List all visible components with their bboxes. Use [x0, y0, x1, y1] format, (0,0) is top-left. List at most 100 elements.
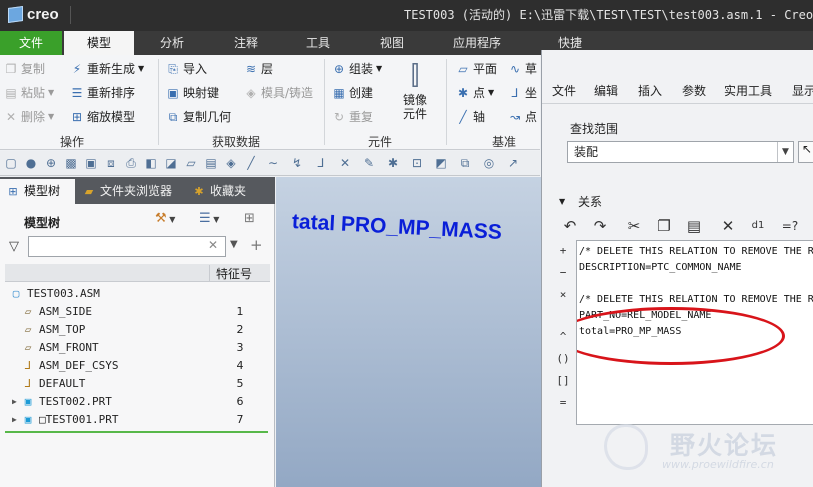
parentheses-button[interactable]: ()	[556, 352, 570, 365]
zoom-icon[interactable]: ⊕	[44, 156, 58, 170]
csys-button[interactable]: ⅃ 坐	[508, 83, 537, 103]
clear-icon[interactable]: ✕	[208, 238, 218, 252]
new-icon[interactable]: ▢	[4, 156, 18, 170]
datum-axis-button[interactable]: ╱ 轴	[456, 107, 485, 127]
create-component-button[interactable]: ▦ 创建	[332, 83, 373, 103]
collapse-caret-icon[interactable]: ▼	[559, 197, 565, 206]
point-display-icon[interactable]: ✱	[386, 156, 400, 170]
tab-model-tree[interactable]: ⊞ 模型树	[0, 179, 75, 204]
delete-icon[interactable]: ✕	[718, 216, 738, 236]
tab-analysis[interactable]: 分析	[142, 31, 202, 55]
curve-display-icon[interactable]: ∼	[266, 156, 280, 170]
plus-operator-button[interactable]: +	[556, 244, 570, 257]
settings-dropdown[interactable]: ⚒ ▼	[155, 211, 183, 231]
saved-view-icon[interactable]: ⧈	[104, 156, 118, 170]
tree-item[interactable]: ▢ TEST003.ASM	[5, 285, 270, 303]
show-values-icon[interactable]: d1	[748, 216, 768, 236]
repaint-icon[interactable]: ▩	[64, 156, 78, 170]
tag-display-icon[interactable]: ✎	[362, 156, 376, 170]
tab-applications[interactable]: 应用程序	[440, 31, 514, 55]
repeat-button[interactable]: ↻ 重复	[332, 107, 373, 127]
tree-item[interactable]: ▱ ASM_SIDE 1	[5, 303, 270, 321]
display-style-icon[interactable]: ◪	[164, 156, 178, 170]
tab-model[interactable]: 模型	[64, 31, 134, 55]
insert-here-indicator[interactable]	[5, 431, 268, 433]
section-icon[interactable]: ◩	[434, 156, 448, 170]
equals-operator-button[interactable]: =	[556, 396, 570, 409]
cut-icon[interactable]: ✂	[624, 216, 644, 236]
paste-icon[interactable]: ▤	[684, 216, 704, 236]
redo-icon[interactable]: ↷	[590, 216, 610, 236]
tree-item[interactable]: ▱ ASM_FRONT 3	[5, 339, 270, 357]
mapkey-button[interactable]: ▣ 映射键	[166, 83, 219, 103]
tab-favorites[interactable]: ✱ 收藏夹	[186, 179, 266, 204]
brackets-button[interactable]: []	[556, 374, 570, 387]
menu-file[interactable]: 文件	[552, 82, 576, 99]
power-operator-button[interactable]: ^	[556, 330, 570, 343]
csys-display-icon[interactable]: ⅃	[314, 156, 328, 170]
plane-display-icon[interactable]: ▱	[184, 156, 198, 170]
column-feature-number[interactable]: 特征号	[209, 265, 269, 282]
layer-button[interactable]: ≋ 层	[244, 59, 273, 79]
tree-item[interactable]: ▱ ASM_TOP 2	[5, 321, 270, 339]
verify-relations-icon[interactable]: =?	[780, 216, 800, 236]
appearance-icon[interactable]: ◈	[224, 156, 238, 170]
search-dropdown-icon[interactable]: ▼	[230, 239, 238, 250]
undo-icon[interactable]: ↶	[560, 216, 580, 236]
menu-display[interactable]: 显示	[792, 82, 813, 99]
sketch-button[interactable]: ∿ 草	[508, 59, 537, 79]
more-display-icon[interactable]: ⊡	[410, 156, 424, 170]
copy-geometry-button[interactable]: ⧉ 复制几何	[166, 107, 231, 127]
reorder-button[interactable]: ☰ 重新排序	[70, 83, 135, 103]
copy-icon[interactable]: ❐	[654, 216, 674, 236]
tree-columns-button[interactable]: ⊞	[244, 211, 266, 231]
filter-icon[interactable]: ▽	[9, 239, 19, 254]
view-icon[interactable]: ▣	[84, 156, 98, 170]
tree-item[interactable]: ▶ ▣ TEST002.PRT 6	[5, 393, 270, 411]
regenerate-button[interactable]: ⚡ 重新生成 ▼	[70, 59, 144, 79]
paste-button[interactable]: ▤ 粘贴 ▼	[4, 83, 54, 103]
graphics-window[interactable]: tatal PRO_MP_MASS	[276, 177, 542, 487]
menu-insert[interactable]: 插入	[638, 82, 662, 99]
import-button[interactable]: ⎘ 导入	[166, 59, 207, 79]
refit-icon[interactable]: ↗	[506, 156, 520, 170]
datum-plane-button[interactable]: ▱ 平面	[456, 59, 497, 79]
menu-edit[interactable]: 编辑	[594, 82, 618, 99]
add-icon[interactable]: +	[250, 236, 263, 254]
perspective-icon[interactable]: ◧	[144, 156, 158, 170]
quick-access-toolbar[interactable]	[70, 6, 84, 24]
delete-button[interactable]: ✕ 删除 ▼	[4, 107, 54, 127]
orient-icon[interactable]: ◎	[482, 156, 496, 170]
tree-item[interactable]: ⅃ ASM_DEF_CSYS 4	[5, 357, 270, 375]
tree-item[interactable]: ▶ ▣ □TEST001.PRT 7	[5, 411, 270, 429]
menu-utilities[interactable]: 实用工具	[724, 82, 772, 99]
tab-tools[interactable]: 工具	[288, 31, 348, 55]
mold-casting-button[interactable]: ◈ 模具/铸造	[244, 83, 313, 103]
explode-icon[interactable]: ⧉	[458, 156, 472, 170]
menu-parameters[interactable]: 参数	[682, 82, 706, 99]
assemble-button[interactable]: ⊕ 组装 ▼	[332, 59, 382, 79]
page-icon[interactable]: ⎙	[124, 156, 138, 170]
tab-folder-browser[interactable]: ▰ 文件夹浏览器	[76, 179, 184, 204]
tab-view[interactable]: 视图	[362, 31, 422, 55]
datum-point-2-button[interactable]: ↝ 点	[508, 107, 537, 127]
relations-editor[interactable]: /* DELETE THIS RELATION TO REMOVE THE RE…	[576, 240, 813, 425]
shrinkwrap-button[interactable]: ⊞ 缩放模型	[70, 107, 135, 127]
shading-icon[interactable]: ●	[24, 156, 38, 170]
tree-item[interactable]: ⅃ DEFAULT 5	[5, 375, 270, 393]
copy-button[interactable]: ❐ 复制	[4, 59, 45, 79]
look-in-select[interactable]: 装配 ▼	[567, 141, 794, 163]
select-model-button[interactable]: ↖	[798, 141, 813, 163]
axis-display-icon[interactable]: ╱	[244, 156, 258, 170]
tree-search-input[interactable]	[28, 236, 226, 257]
annotation-display-icon[interactable]: ✕	[338, 156, 352, 170]
datum-point-button[interactable]: ✱ 点 ▼	[456, 83, 494, 103]
multiply-operator-button[interactable]: ×	[556, 288, 570, 301]
minus-operator-button[interactable]: −	[556, 266, 570, 279]
show-dropdown[interactable]: ☰ ▼	[199, 211, 227, 231]
tab-file[interactable]: 文件	[0, 31, 62, 55]
layer-display-icon[interactable]: ▤	[204, 156, 218, 170]
spin-center-icon[interactable]: ↯	[290, 156, 304, 170]
tab-annotate[interactable]: 注释	[216, 31, 276, 55]
mirror-component-button[interactable]: ⫿ 镜像 元件	[398, 59, 432, 129]
